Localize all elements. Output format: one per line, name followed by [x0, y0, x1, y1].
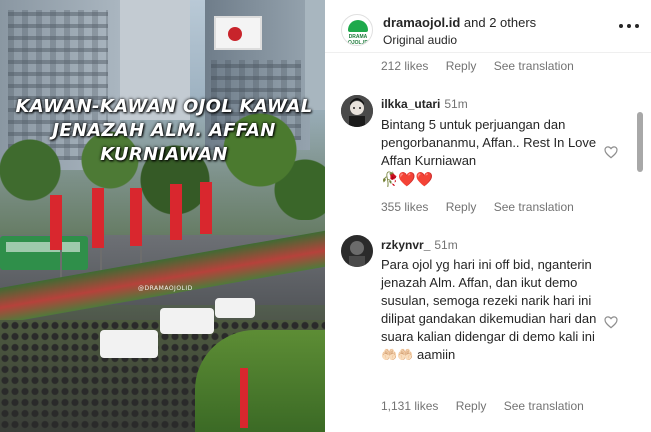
video-overlay-title: KAWAN-KAWAN OJOL KAWAL JENAZAH ALM. AFFA… — [15, 96, 313, 165]
billboard-logo — [214, 16, 262, 50]
reply-button[interactable]: Reply — [446, 200, 477, 214]
comment-author: ilkka_utari 51m — [381, 97, 468, 111]
see-translation-button[interactable]: See translation — [494, 59, 574, 73]
divider — [325, 52, 651, 53]
reply-button[interactable]: Reply — [456, 399, 487, 413]
red-flag — [200, 182, 212, 234]
comments-panel: DRAMA OJOL.ID dramaojol.id and 2 others … — [325, 0, 651, 432]
comment-meta: 1,131 likes Reply See translation — [381, 399, 598, 413]
header-username[interactable]: dramaojol.id — [383, 15, 460, 30]
comment-meta: 355 likes Reply See translation — [381, 200, 588, 214]
comment-username[interactable]: ilkka_utari — [381, 97, 440, 111]
like-count[interactable]: 212 likes — [381, 59, 428, 73]
comment-emoji: 🥀❤️❤️ — [381, 171, 434, 187]
see-translation-button[interactable]: See translation — [504, 399, 584, 413]
white-car — [100, 330, 158, 358]
header-usernames: dramaojol.id and 2 others — [383, 15, 536, 30]
user-avatar-image — [341, 95, 373, 127]
comment-text: Bintang 5 untuk perjuangan dan pengorban… — [381, 117, 597, 168]
red-flag — [170, 184, 182, 240]
like-count[interactable]: 1,131 likes — [381, 399, 438, 413]
avatar[interactable] — [341, 235, 373, 267]
white-car — [160, 308, 214, 334]
comment-author: rzkynvr_ 51m — [381, 238, 458, 252]
red-flag — [130, 188, 142, 246]
red-flag — [240, 368, 248, 428]
heart-icon[interactable] — [603, 144, 619, 160]
comment-username[interactable]: rzkynvr_ — [381, 238, 430, 252]
comment-time: 51m — [434, 238, 458, 252]
original-audio-link[interactable]: Original audio — [383, 33, 457, 47]
see-translation-button[interactable]: See translation — [494, 200, 574, 214]
video-player[interactable]: KAWAN-KAWAN OJOL KAWAL JENAZAH ALM. AFFA… — [0, 0, 325, 432]
white-car — [215, 298, 255, 318]
avatar[interactable]: DRAMA OJOL.ID — [341, 14, 373, 46]
header-and-others[interactable]: and 2 others — [460, 15, 536, 30]
red-flag — [50, 195, 62, 250]
comment-meta: 212 likes Reply See translation — [381, 59, 588, 73]
building-far-right — [305, 0, 325, 110]
user-avatar-image — [341, 235, 373, 267]
heart-icon[interactable] — [603, 314, 619, 330]
avatar-logo-text: DRAMA OJOL.ID — [347, 34, 368, 46]
more-horizontal-icon[interactable] — [617, 18, 641, 34]
avatar[interactable] — [341, 95, 373, 127]
scrollbar[interactable] — [637, 112, 643, 172]
like-count[interactable]: 355 likes — [381, 200, 428, 214]
red-flag — [92, 188, 104, 248]
comment-time: 51m — [444, 97, 468, 111]
video-watermark: @DRAMAOJOLID — [138, 285, 193, 292]
post-header: DRAMA OJOL.ID dramaojol.id and 2 others … — [325, 0, 651, 52]
reply-button[interactable]: Reply — [446, 59, 477, 73]
brand-logo-icon — [348, 20, 368, 32]
roadside-hedge — [195, 330, 325, 432]
green-bus — [0, 236, 88, 270]
comment-text: Para ojol yg hari ini off bid, nganterin… — [381, 257, 597, 362]
